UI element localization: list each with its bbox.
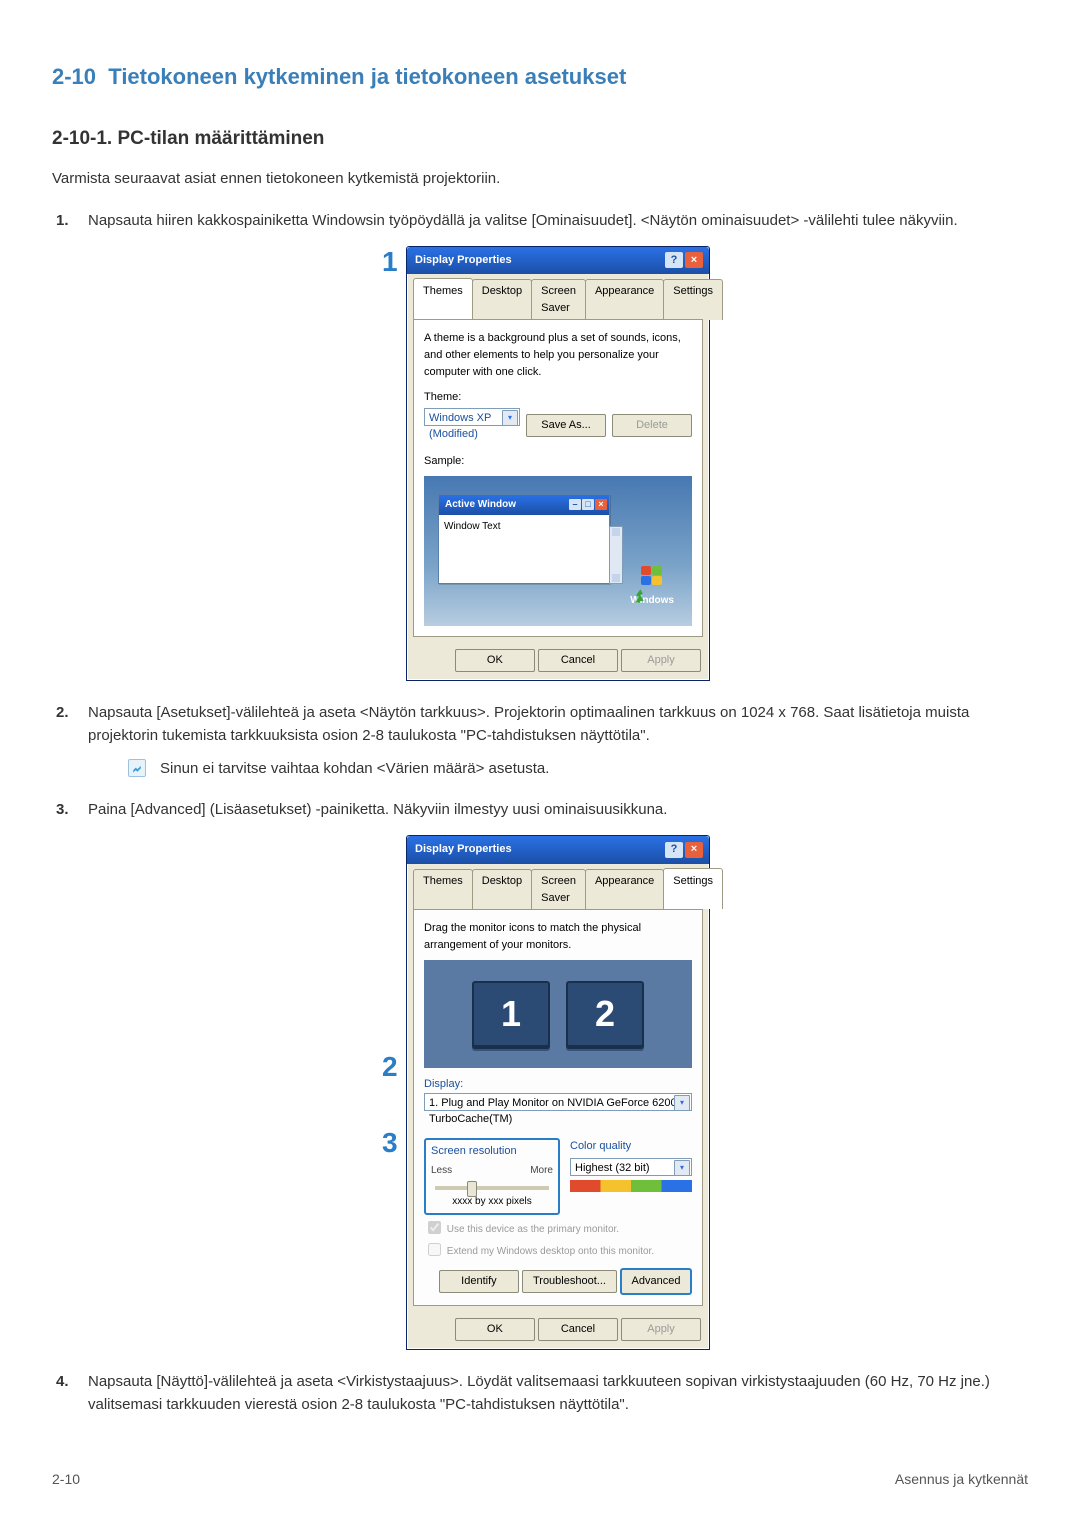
tab-settings[interactable]: Settings (663, 868, 723, 909)
save-as-button[interactable]: Save As... (526, 414, 606, 437)
tab-appearance[interactable]: Appearance (585, 279, 664, 320)
dialog-title: Display Properties (415, 252, 512, 269)
scrollbar-icon (609, 526, 623, 584)
tab-pane-settings: Drag the monitor icons to match the phys… (413, 909, 703, 1306)
sample-window-text: Window Text (439, 515, 609, 539)
monitor-2[interactable]: 2 (566, 981, 644, 1047)
display-dropdown[interactable]: 1. Plug and Play Monitor on NVIDIA GeFor… (424, 1093, 692, 1111)
advanced-button[interactable]: Advanced (620, 1268, 692, 1295)
themes-description: A theme is a background plus a set of so… (424, 330, 692, 381)
slider-less-label: Less (431, 1163, 452, 1179)
color-gradient-preview (570, 1180, 692, 1192)
callout-3: 3 (382, 1121, 398, 1164)
intro-text: Varmista seuraavat asiat ennen tietokone… (52, 168, 1028, 191)
tab-strip: Themes Desktop Screen Saver Appearance S… (407, 274, 709, 319)
chevron-down-icon[interactable]: ▾ (674, 1160, 690, 1176)
tab-settings[interactable]: Settings (663, 279, 723, 320)
maximize-icon: □ (582, 499, 594, 510)
sample-label: Sample: (424, 453, 692, 470)
color-quality-label: Color quality (570, 1138, 692, 1155)
resolution-value: xxxx by xxx pixels (431, 1194, 553, 1210)
extend-desktop-checkbox: Extend my Windows desktop onto this moni… (424, 1240, 692, 1260)
monitor-1[interactable]: 1 (472, 981, 550, 1047)
apply-button: Apply (621, 1318, 701, 1341)
delete-button: Delete (612, 414, 692, 437)
tab-themes[interactable]: Themes (413, 869, 473, 910)
theme-label: Theme: (424, 389, 692, 406)
step-4: Napsauta [Näyttö]-välilehteä ja aseta <V… (52, 1370, 1028, 1417)
display-properties-dialog-settings: Display Properties ? × Themes Desktop Sc… (406, 835, 710, 1349)
resolution-slider[interactable] (435, 1186, 549, 1190)
dialog-title: Display Properties (415, 841, 512, 858)
callout-2: 2 (382, 1045, 398, 1088)
settings-description: Drag the monitor icons to match the phys… (424, 920, 692, 954)
step-3-text: Paina [Advanced] (Lisäasetukset) -painik… (88, 801, 667, 818)
footer-right: Asennus ja kytkennät (895, 1471, 1028, 1487)
display-label: Display: (424, 1076, 692, 1093)
windows-logo-icon (640, 565, 664, 587)
step-2-note: Sinun ei tarvitse vaihtaa kohdan <Värien… (128, 758, 1028, 781)
help-icon[interactable]: ? (665, 252, 683, 268)
step-2-text: Napsauta [Asetukset]-välilehteä ja aseta… (88, 704, 969, 744)
step-2-note-text: Sinun ei tarvitse vaihtaa kohdan <Värien… (160, 760, 549, 777)
recycle-bin-icon (632, 586, 652, 606)
ok-button[interactable]: OK (455, 1318, 535, 1341)
color-quality-group: Color quality Highest (32 bit) ▾ (570, 1138, 692, 1215)
tab-strip: Themes Desktop Screen Saver Appearance S… (407, 864, 709, 909)
identify-button[interactable]: Identify (439, 1270, 519, 1293)
checkbox-icon (428, 1221, 441, 1234)
tab-screen-saver[interactable]: Screen Saver (531, 869, 586, 910)
display-properties-dialog-themes: Display Properties ? × Themes Desktop Sc… (406, 246, 710, 681)
apply-button: Apply (621, 649, 701, 672)
tab-desktop[interactable]: Desktop (472, 279, 532, 320)
theme-sample: Active Window – □ × Window Text (424, 476, 692, 626)
callout-1: 1 (382, 240, 398, 283)
close-icon[interactable]: × (685, 252, 703, 268)
titlebar[interactable]: Display Properties ? × (407, 247, 709, 274)
close-icon[interactable]: × (685, 842, 703, 858)
step-3: Paina [Advanced] (Lisäasetukset) -painik… (52, 798, 1028, 1350)
step-1: Napsauta hiiren kakkospainiketta Windows… (52, 209, 1028, 682)
minimize-icon: – (569, 499, 581, 510)
screen-resolution-label: Screen resolution (431, 1143, 553, 1160)
subsection-heading: 2-10-1. PC-tilan määrittäminen (52, 128, 1028, 150)
tab-themes[interactable]: Themes (413, 278, 473, 319)
monitor-arrangement[interactable]: 1 2 (424, 960, 692, 1068)
step-1-text: Napsauta hiiren kakkospainiketta Windows… (88, 212, 958, 229)
tab-appearance[interactable]: Appearance (585, 869, 664, 910)
footer-left: 2-10 (52, 1471, 80, 1487)
titlebar[interactable]: Display Properties ? × (407, 836, 709, 863)
section-heading: 2-10 Tietokoneen kytkeminen ja tietokone… (52, 64, 1028, 90)
sample-window-title: Active Window (445, 497, 516, 513)
ok-button[interactable]: OK (455, 649, 535, 672)
section-number: 2-10 (52, 64, 96, 89)
tab-desktop[interactable]: Desktop (472, 869, 532, 910)
tab-pane-themes: A theme is a background plus a set of so… (413, 319, 703, 637)
step-4-text: Napsauta [Näyttö]-välilehteä ja aseta <V… (88, 1373, 990, 1413)
section-title: Tietokoneen kytkeminen ja tietokoneen as… (108, 64, 626, 89)
slider-more-label: More (530, 1163, 553, 1179)
slider-thumb[interactable] (467, 1181, 477, 1197)
primary-monitor-checkbox: Use this device as the primary monitor. (424, 1218, 692, 1238)
screen-resolution-group: Screen resolution Less More xxxx by xxx … (424, 1138, 560, 1215)
tab-screen-saver[interactable]: Screen Saver (531, 279, 586, 320)
cancel-button[interactable]: Cancel (538, 649, 618, 672)
cancel-button[interactable]: Cancel (538, 1318, 618, 1341)
help-icon[interactable]: ? (665, 842, 683, 858)
close-icon: × (595, 499, 607, 510)
troubleshoot-button[interactable]: Troubleshoot... (522, 1270, 617, 1293)
chevron-down-icon[interactable]: ▾ (674, 1095, 690, 1111)
chevron-down-icon[interactable]: ▾ (502, 410, 518, 426)
note-icon (128, 759, 146, 777)
sample-window: Active Window – □ × Window Text (438, 494, 610, 584)
step-2: Napsauta [Asetukset]-välilehteä ja aseta… (52, 701, 1028, 780)
page-footer: 2-10 Asennus ja kytkennät (0, 1471, 1080, 1527)
checkbox-icon (428, 1243, 441, 1256)
